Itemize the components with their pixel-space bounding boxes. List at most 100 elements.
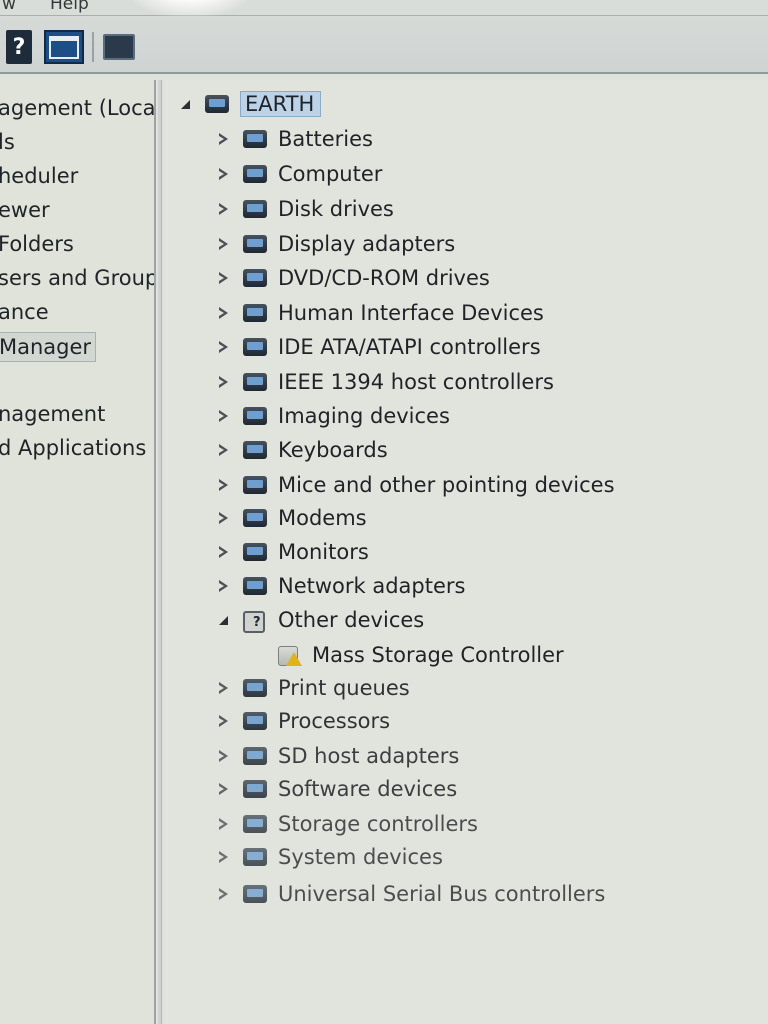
tree-item-software-devices[interactable]: Software devices — [216, 773, 457, 805]
console-tree-item[interactable]: ls — [0, 128, 15, 156]
collapse-arrow-icon[interactable] — [178, 97, 192, 111]
tree-item-label: Software devices — [278, 777, 458, 801]
expand-arrow-icon[interactable] — [216, 817, 230, 831]
expand-arrow-icon[interactable] — [216, 478, 230, 492]
monitor-icon — [240, 539, 270, 565]
console-tree-item[interactable]: d Applications — [0, 434, 146, 462]
menu-view[interactable]: w — [2, 0, 16, 14]
tree-item-imaging[interactable]: Imaging devices — [216, 400, 450, 432]
tree-item-modems[interactable]: Modems — [216, 502, 367, 534]
console-tree-item[interactable]: agement (Local — [0, 94, 154, 122]
console-tree: agement (Local ls heduler ewer Folders s… — [0, 80, 156, 1024]
tree-item-ieee1394[interactable]: IEEE 1394 host controllers — [216, 366, 554, 398]
expand-arrow-icon[interactable] — [216, 132, 230, 146]
tree-item-label: Other devices — [278, 608, 425, 632]
tree-item-dvd-drives[interactable]: DVD/CD-ROM drives — [216, 262, 490, 294]
tree-item-network-adapters[interactable]: Network adapters — [216, 570, 465, 602]
collapse-arrow-icon[interactable] — [216, 613, 230, 627]
tree-item-display-adapters[interactable]: Display adapters — [216, 228, 455, 260]
storage-controller-icon — [240, 811, 270, 837]
scan-hardware-icon[interactable] — [102, 30, 136, 64]
tree-item-sd-host-adapters[interactable]: SD host adapters — [216, 740, 459, 772]
tree-item-label: Disk drives — [278, 197, 394, 221]
tree-item-mass-storage-controller[interactable]: Mass Storage Controller — [274, 639, 564, 671]
tree-item-monitors[interactable]: Monitors — [216, 536, 369, 568]
console-tree-item[interactable]: nagement — [0, 400, 105, 428]
system-device-icon — [240, 844, 270, 870]
modem-icon — [240, 505, 270, 531]
device-tree: EARTH Batteries Computer Disk drives Dis… — [164, 80, 768, 1024]
tree-item-label: Mass Storage Controller — [312, 643, 564, 667]
tree-item-label: Display adapters — [278, 232, 456, 256]
tree-item-other-devices[interactable]: Other devices — [216, 604, 424, 636]
tree-item-disk-drives[interactable]: Disk drives — [216, 193, 394, 225]
tree-item-system-devices[interactable]: System devices — [216, 841, 443, 873]
tree-item-label: Human Interface Devices — [278, 301, 544, 325]
expand-arrow-icon[interactable] — [216, 714, 230, 728]
expand-arrow-icon[interactable] — [216, 237, 230, 251]
tree-item-label: Computer — [278, 162, 383, 186]
computer-icon — [240, 161, 270, 187]
expand-arrow-icon[interactable] — [216, 579, 230, 593]
keyboard-icon — [240, 437, 270, 463]
console-tree-item[interactable]: ewer — [0, 196, 50, 224]
unknown-device-icon — [240, 607, 270, 633]
tree-item-processors[interactable]: Processors — [216, 705, 390, 737]
sd-card-icon — [240, 743, 270, 769]
tree-item-storage-controllers[interactable]: Storage controllers — [216, 808, 478, 840]
expand-arrow-icon[interactable] — [216, 271, 230, 285]
battery-icon — [240, 126, 270, 152]
console-tree-item-selected[interactable]: Manager — [0, 332, 97, 362]
processor-icon — [240, 708, 270, 734]
expand-arrow-icon[interactable] — [216, 167, 230, 181]
tree-item-label: DVD/CD-ROM drives — [278, 266, 490, 290]
tree-item-computer[interactable]: Computer — [216, 158, 382, 190]
camera-icon — [240, 403, 270, 429]
tree-root[interactable]: EARTH — [178, 88, 322, 120]
expand-arrow-icon[interactable] — [216, 681, 230, 695]
tree-item-hid[interactable]: Human Interface Devices — [216, 297, 544, 329]
ide-controller-icon — [240, 334, 270, 360]
tree-item-label: Print queues — [278, 676, 410, 700]
tree-item-label: Modems — [278, 506, 367, 530]
expand-arrow-icon[interactable] — [216, 749, 230, 763]
tree-item-keyboards[interactable]: Keyboards — [216, 434, 388, 466]
computer-icon — [202, 91, 232, 117]
printer-icon — [240, 675, 270, 701]
toolbar-separator — [92, 32, 94, 62]
console-tree-item[interactable]: Folders — [0, 230, 74, 258]
menu-help[interactable]: Help — [50, 0, 89, 14]
tree-item-ide-controllers[interactable]: IDE ATA/ATAPI controllers — [216, 331, 541, 363]
expand-arrow-icon[interactable] — [216, 850, 230, 864]
expand-arrow-icon[interactable] — [216, 202, 230, 216]
console-tree-item[interactable]: sers and Groups — [0, 264, 154, 292]
expand-arrow-icon[interactable] — [216, 782, 230, 796]
pane-splitter[interactable] — [158, 80, 162, 1024]
toolbar: ? — [0, 16, 768, 74]
tree-item-label: IEEE 1394 host controllers — [278, 370, 554, 394]
tree-item-usb-controllers[interactable]: Universal Serial Bus controllers — [216, 878, 605, 910]
expand-arrow-icon[interactable] — [216, 340, 230, 354]
tree-item-label: Universal Serial Bus controllers — [278, 882, 606, 906]
tree-item-label: Processors — [278, 709, 391, 733]
expand-arrow-icon[interactable] — [216, 511, 230, 525]
console-tree-item[interactable]: ance — [0, 298, 49, 326]
show-hide-console-tree-icon[interactable] — [44, 30, 84, 64]
tree-item-mice[interactable]: Mice and other pointing devices — [216, 469, 615, 501]
expand-arrow-icon[interactable] — [216, 443, 230, 457]
console-tree-item[interactable]: heduler — [0, 162, 78, 190]
usb-icon — [240, 881, 270, 907]
tree-item-print-queues[interactable]: Print queues — [216, 672, 410, 704]
menu-bar: w Help — [0, 0, 768, 16]
tree-item-label: Storage controllers — [278, 812, 478, 836]
help-icon[interactable]: ? — [6, 30, 32, 64]
expand-arrow-icon[interactable] — [216, 409, 230, 423]
software-device-icon — [240, 776, 270, 802]
display-adapter-icon — [240, 231, 270, 257]
expand-arrow-icon[interactable] — [216, 306, 230, 320]
expand-arrow-icon[interactable] — [216, 545, 230, 559]
tree-item-label: Keyboards — [278, 438, 388, 462]
tree-item-batteries[interactable]: Batteries — [216, 123, 373, 155]
expand-arrow-icon[interactable] — [216, 375, 230, 389]
expand-arrow-icon[interactable] — [216, 887, 230, 901]
